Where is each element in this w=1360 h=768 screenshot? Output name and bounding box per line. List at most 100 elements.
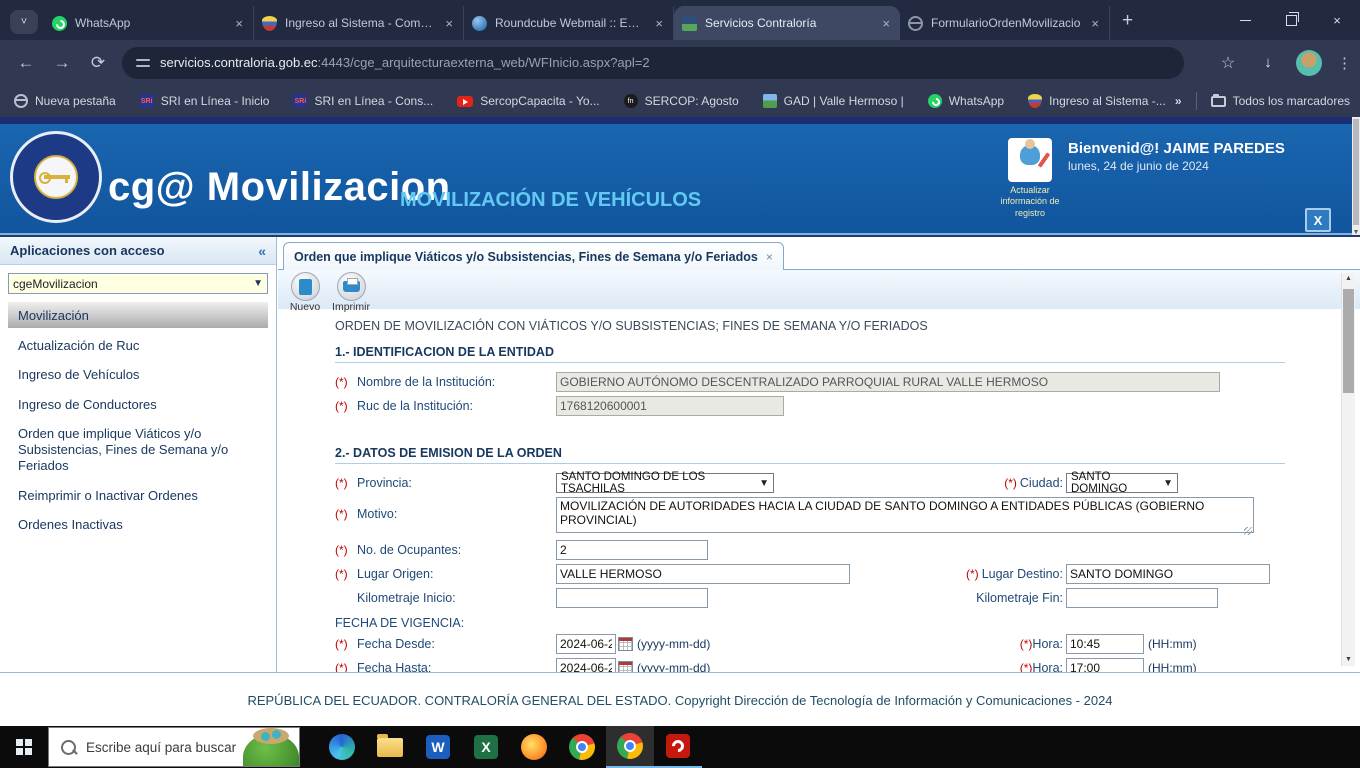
form-toolbar: Nuevo Imprimir — [278, 269, 1360, 313]
motivo-textarea[interactable]: MOVILIZACIÓN DE AUTORIDADES HACIA LA CIU… — [556, 497, 1254, 533]
windows-search-box[interactable]: Escribe aquí para buscar — [48, 727, 300, 767]
bookmark-gad-valle-hermoso[interactable]: GAD | Valle Hermoso | — [762, 94, 904, 108]
word-taskbar-button[interactable]: W — [414, 726, 462, 768]
hora-desde-input[interactable] — [1066, 634, 1144, 654]
document-tab-orden-viaticos[interactable]: Orden que implique Viáticos y/o Subsiste… — [283, 242, 784, 270]
bookmark-sri-inicio[interactable]: SRi SRI en Línea - Inicio — [139, 94, 269, 108]
ciudad-select[interactable]: SANTO DOMINGO ▼ — [1066, 471, 1178, 495]
screen: ˅ WhatsApp × Ingreso al Sistema - Compra… — [0, 0, 1360, 768]
form-title: ORDEN DE MOVILIZACIÓN CON VIÁTICOS Y/O S… — [335, 319, 928, 333]
new-tab-button[interactable]: + — [1122, 10, 1133, 32]
bookmark-star-icon[interactable]: ☆ — [1208, 53, 1248, 73]
sidebar-item-orden-viaticos[interactable]: Orden que implique Viáticos y/o Subsiste… — [18, 426, 258, 475]
scrollbar-thumb[interactable] — [1343, 289, 1354, 393]
fecha-desde-label: Fecha Desde: — [357, 637, 435, 651]
ocupantes-input[interactable] — [556, 540, 708, 560]
sidebar: Aplicaciones con acceso « cgeMovilizacio… — [0, 237, 277, 674]
restore-button[interactable] — [1268, 0, 1314, 40]
bookmarks-overflow-button[interactable]: » — [1175, 94, 1182, 108]
edge-taskbar-button[interactable] — [318, 726, 366, 768]
tab-close-icon[interactable]: × — [766, 250, 773, 264]
downloads-button[interactable]: ↓ — [1248, 54, 1288, 72]
fecha-desde-input[interactable] — [556, 634, 616, 654]
bookmark-sercop-agosto[interactable]: fn SERCOP: Agosto — [623, 94, 739, 108]
required-mark: (*) — [335, 375, 348, 389]
chrome-icon — [617, 733, 643, 759]
calendar-icon[interactable] — [618, 637, 633, 651]
profile-avatar[interactable] — [1296, 49, 1322, 76]
bookmark-whatsapp[interactable]: WhatsApp — [927, 94, 1004, 108]
back-button[interactable]: ← — [8, 53, 44, 73]
bookmark-nueva-pestana[interactable]: Nueva pestaña — [14, 94, 116, 108]
browser-tab-formulario-orden[interactable]: FormularioOrdenMovilizacio × — [900, 6, 1110, 40]
chrome-taskbar-button[interactable] — [558, 726, 606, 768]
forward-button[interactable]: → — [44, 53, 80, 73]
sidebar-item-reimprimir-inactivar[interactable]: Reimprimir o Inactivar Ordenes — [18, 488, 258, 504]
tab-close-icon[interactable]: × — [1089, 16, 1101, 31]
browser-tab-ingreso-sistema[interactable]: Ingreso al Sistema - Compra × — [254, 6, 464, 40]
scroll-up-arrow[interactable]: ▲ — [1342, 273, 1355, 285]
chevron-down-icon: ▼ — [253, 278, 263, 289]
sidebar-item-ordenes-inactivas[interactable]: Ordenes Inactivas — [18, 517, 258, 533]
tab-close-icon[interactable]: × — [880, 16, 892, 31]
tab-search-button[interactable]: ˅ — [10, 10, 38, 34]
reload-button[interactable]: ⟳ — [80, 53, 116, 73]
site-info-icon[interactable] — [136, 58, 150, 68]
scrollbar-thumb[interactable] — [1353, 119, 1359, 225]
kilometraje-inicio-input[interactable] — [556, 588, 708, 608]
form-row-lugar: (*) Lugar Origen: (*)Lugar Destino: — [335, 562, 1338, 586]
browser-tab-roundcube[interactable]: Roundcube Webmail :: Entra × — [464, 6, 674, 40]
bookmarks-bar: Nueva pestaña SRi SRI en Línea - Inicio S… — [0, 85, 1360, 117]
tab-close-icon[interactable]: × — [233, 16, 245, 31]
address-bar[interactable]: servicios.contraloria.gob.ec:4443/cge_ar… — [122, 46, 1184, 79]
form-row-nombre: (*) Nombre de la Institución: — [335, 370, 1338, 394]
browser-menu-icon[interactable]: ⋮ — [1330, 54, 1360, 72]
required-mark: (*) — [335, 399, 348, 413]
resize-handle[interactable] — [1244, 527, 1252, 535]
file-explorer-taskbar-button[interactable] — [366, 726, 414, 768]
bookmark-ingreso-sistema[interactable]: Ingreso al Sistema -... — [1028, 94, 1166, 108]
section1-heading: 1.- IDENTIFICACION DE LA ENTIDAD — [335, 345, 554, 359]
print-button[interactable]: Imprimir — [330, 272, 372, 313]
update-profile-button[interactable] — [1008, 138, 1052, 182]
chrome-active-taskbar-button[interactable] — [606, 726, 654, 768]
tab-close-icon[interactable]: × — [653, 16, 665, 31]
browser-toolbar: ← → ⟳ servicios.contraloria.gob.ec:4443/… — [0, 40, 1360, 85]
excel-icon: X — [474, 735, 498, 759]
browser-tab-servicios-contraloria[interactable]: Servicios Contraloría × — [674, 6, 900, 40]
sidebar-group-movilizacion[interactable]: Movilización — [8, 302, 268, 328]
content-scrollbar[interactable]: ▲ ▼ — [1341, 273, 1355, 666]
app-close-button[interactable]: X — [1305, 208, 1331, 232]
sidebar-item-ingreso-vehiculos[interactable]: Ingreso de Vehículos — [18, 367, 258, 383]
lugar-destino-input[interactable] — [1066, 564, 1270, 584]
minimize-icon — [1239, 19, 1251, 21]
tab-close-icon[interactable]: × — [443, 16, 455, 31]
browser-tab-whatsapp[interactable]: WhatsApp × — [44, 6, 254, 40]
required-mark: (*) — [1004, 476, 1017, 490]
bookmark-sri-consultas[interactable]: SRi SRI en Línea - Cons... — [293, 94, 433, 108]
kilometraje-fin-input[interactable] — [1066, 588, 1218, 608]
sidebar-item-actualizacion-ruc[interactable]: Actualización de Ruc — [18, 338, 258, 354]
application-select[interactable]: cgeMovilizacion ▼ — [8, 273, 268, 294]
sri-favicon: SRi — [293, 94, 308, 108]
provincia-select[interactable]: SANTO DOMINGO DE LOS TSACHILAS ▼ — [556, 471, 774, 495]
close-window-button[interactable]: × — [1314, 0, 1360, 40]
collapse-icon[interactable]: « — [258, 243, 266, 259]
scroll-down-arrow[interactable]: ▼ — [1342, 654, 1355, 666]
bookmark-sercopcapacita[interactable]: SercopCapacita - Yo... — [457, 94, 600, 108]
chevron-down-icon: ˅ — [20, 16, 28, 28]
excel-taskbar-button[interactable]: X — [462, 726, 510, 768]
firefox-taskbar-button[interactable] — [510, 726, 558, 768]
acrobat-taskbar-button[interactable] — [654, 726, 702, 768]
km-inicio-label: Kilometraje Inicio: — [357, 591, 456, 605]
windows-logo-icon — [16, 739, 32, 755]
sidebar-item-ingreso-conductores[interactable]: Ingreso de Conductores — [18, 397, 258, 413]
new-button[interactable]: Nuevo — [284, 272, 326, 313]
lugar-origen-input[interactable] — [556, 564, 850, 584]
minimize-button[interactable] — [1222, 0, 1268, 40]
contraloria-favicon — [682, 15, 697, 31]
whatsapp-favicon — [927, 94, 942, 108]
browser-toolbar-right: ☆ ↓ ⋮ — [1208, 40, 1360, 85]
start-button[interactable] — [0, 726, 48, 768]
all-bookmarks-button[interactable]: Todos los marcadores — [1210, 93, 1350, 108]
